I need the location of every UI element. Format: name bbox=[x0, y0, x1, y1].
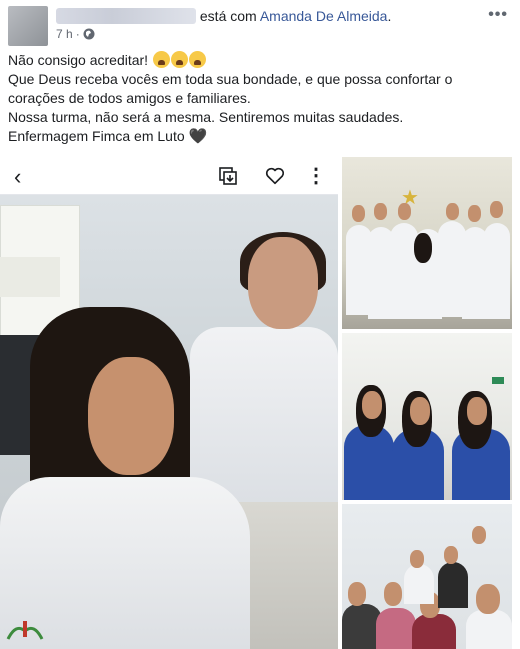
photo-toolbar: ‹ ⋮ bbox=[0, 157, 338, 195]
group-photo-blue-scrubs[interactable] bbox=[342, 333, 512, 500]
post-line-3: corações de todos amigos e familiares. bbox=[8, 90, 251, 106]
person-face bbox=[468, 205, 481, 222]
tagged-suffix: . bbox=[387, 8, 392, 24]
post-line-4: Nossa turma, não será a mesma. Sentiremo… bbox=[8, 109, 404, 125]
globe-icon bbox=[83, 28, 95, 40]
person-white-coat bbox=[466, 610, 512, 649]
person-white-coat bbox=[404, 564, 434, 604]
share-icon[interactable] bbox=[218, 166, 238, 186]
post-line-1: Não consigo acreditar! bbox=[8, 51, 513, 70]
person-face bbox=[444, 546, 458, 564]
person-face bbox=[467, 397, 487, 425]
crying-face-emoji bbox=[188, 51, 206, 68]
post-meta: 7 h · bbox=[56, 27, 95, 41]
person-clothing bbox=[376, 608, 416, 649]
post-line-2: Que Deus receba vocês em toda sua bondad… bbox=[8, 71, 453, 87]
crying-face-emoji bbox=[170, 51, 188, 68]
person-face bbox=[352, 205, 365, 222]
group-photo-classroom[interactable] bbox=[342, 504, 512, 649]
person-face bbox=[446, 203, 459, 220]
person-face bbox=[362, 391, 382, 419]
post-header: está com Amanda De Almeida. 7 h · ••• bbox=[0, 0, 520, 52]
photo-grid: ‹ ⋮ ★ bbox=[0, 157, 520, 649]
person-face bbox=[398, 203, 411, 220]
person-face bbox=[384, 582, 402, 606]
embroidered-logo bbox=[6, 621, 44, 640]
person-face bbox=[410, 550, 424, 568]
black-heart-emoji: 🖤 bbox=[188, 128, 208, 145]
exit-sign bbox=[492, 377, 504, 384]
blurred-author-name[interactable] bbox=[56, 8, 196, 24]
more-options-icon[interactable]: ••• bbox=[488, 6, 508, 24]
crying-face-emoji bbox=[152, 51, 170, 68]
main-photo[interactable]: ‹ ⋮ bbox=[0, 157, 338, 649]
person-face bbox=[88, 357, 174, 475]
post-line-5: Enfermagem Fimca em Luto 🖤 bbox=[8, 128, 208, 145]
person-face bbox=[348, 582, 366, 606]
post-author-line: está com Amanda De Almeida. bbox=[56, 7, 391, 25]
person-clothing bbox=[438, 562, 468, 608]
back-arrow-icon[interactable]: ‹ bbox=[14, 164, 21, 190]
avatar[interactable] bbox=[8, 6, 48, 46]
post-time[interactable]: 7 h bbox=[56, 27, 73, 41]
vertical-more-icon[interactable]: ⋮ bbox=[306, 163, 326, 188]
with-text: está com bbox=[199, 8, 257, 24]
person-face bbox=[472, 526, 486, 544]
wall-paper bbox=[0, 257, 60, 297]
person-face bbox=[410, 397, 430, 425]
person-face bbox=[374, 203, 387, 220]
person-face bbox=[490, 201, 503, 218]
person-face bbox=[476, 584, 500, 614]
group-photo-white-uniforms[interactable]: ★ bbox=[342, 157, 512, 329]
time-separator: · bbox=[75, 27, 80, 41]
person-hair bbox=[414, 233, 432, 263]
person-face bbox=[248, 237, 318, 329]
person-clothing bbox=[412, 614, 456, 649]
post-body: Não consigo acreditar! Que Deus receba v… bbox=[8, 51, 513, 146]
heart-icon[interactable] bbox=[264, 165, 286, 187]
tagged-person-link[interactable]: Amanda De Almeida bbox=[260, 8, 388, 24]
person-white-coat bbox=[484, 223, 510, 319]
